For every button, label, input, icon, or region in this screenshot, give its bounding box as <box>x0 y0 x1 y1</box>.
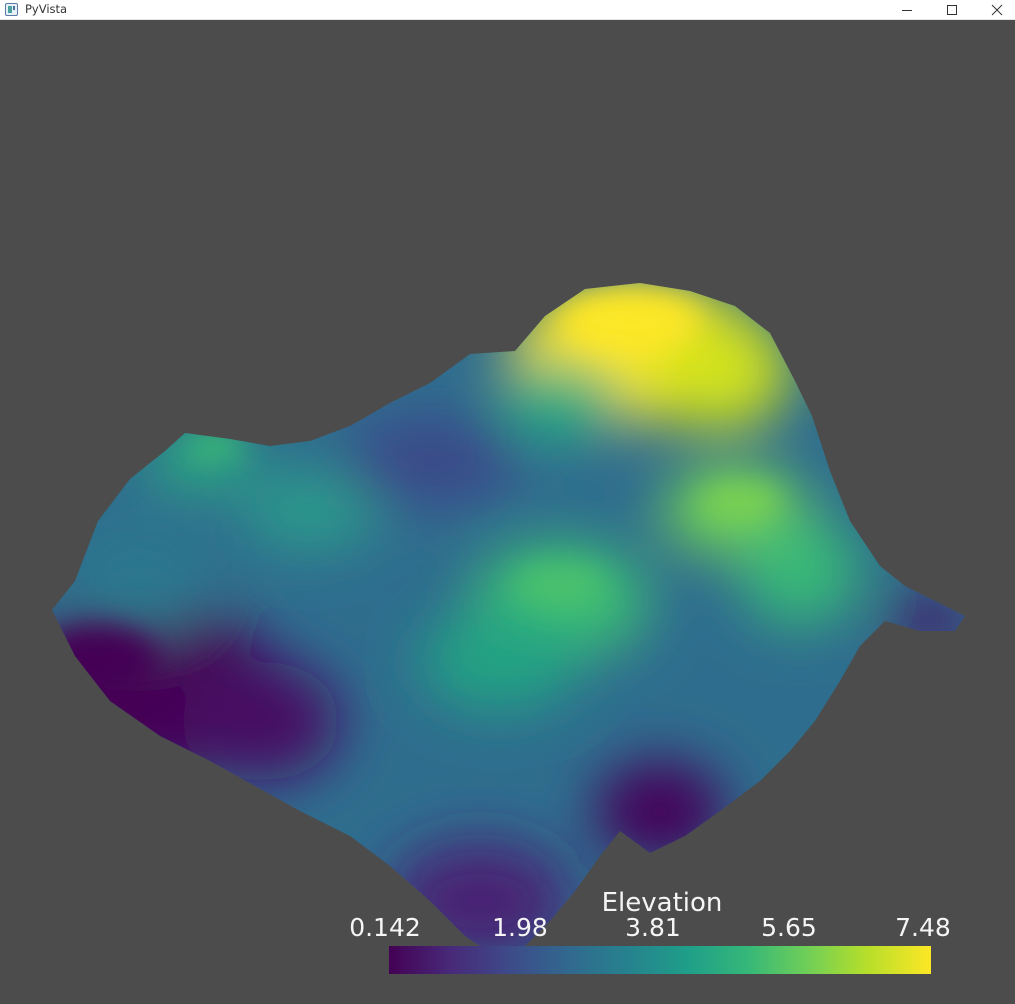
render-viewport[interactable]: Elevation 0.142 1.98 3.81 5.65 7.48 <box>0 21 1015 1004</box>
scalar-bar-tick: 3.81 <box>625 913 681 942</box>
surface-mesh[interactable] <box>0 21 1015 1004</box>
window-title: PyVista <box>25 2 68 16</box>
scalar-bar-tick: 0.142 <box>349 913 421 942</box>
close-icon <box>991 4 1002 16</box>
close-button[interactable] <box>974 0 1015 20</box>
app-icon <box>5 3 18 16</box>
scalar-bar-tick: 7.48 <box>895 913 951 942</box>
scalar-bar-tick: 5.65 <box>761 913 817 942</box>
maximize-button[interactable] <box>929 0 974 20</box>
scalar-bar-tick: 1.98 <box>492 913 548 942</box>
maximize-icon <box>946 5 957 15</box>
scalar-bar <box>389 946 931 974</box>
title-bar: PyVista <box>0 0 1015 20</box>
minimize-button[interactable] <box>884 0 929 20</box>
minimize-icon <box>901 10 912 11</box>
